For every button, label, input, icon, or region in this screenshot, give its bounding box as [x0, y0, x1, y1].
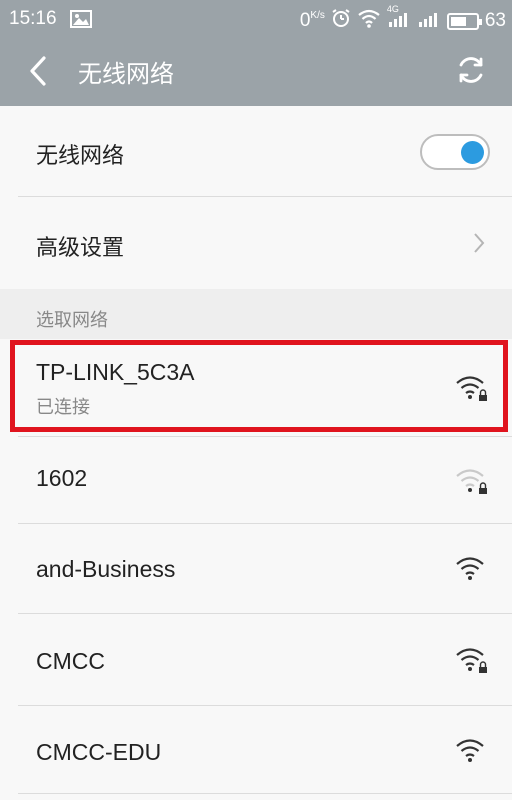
image-notification-icon — [70, 10, 92, 34]
network-item[interactable]: and-Business — [0, 524, 512, 614]
battery-icon — [446, 12, 482, 30]
highlight-box — [10, 340, 508, 432]
network-item[interactable]: 1602 — [0, 437, 512, 524]
network-name: 1602 — [36, 465, 88, 491]
network-name: and-Business — [36, 556, 176, 582]
page-title: 无线网络 — [78, 60, 174, 88]
wifi-toggle-label: 无线网络 — [36, 144, 125, 169]
wifi-lock-icon — [454, 645, 490, 675]
wifi-toggle-switch[interactable] — [420, 134, 490, 170]
advanced-settings-label: 高级设置 — [36, 236, 125, 261]
net-speed: 0K/s — [300, 10, 325, 32]
back-arrow-icon[interactable] — [24, 54, 54, 88]
status-bar: 15:16 0K/s 4G 63 — [0, 0, 512, 36]
network-name: CMCC — [36, 648, 105, 674]
signal-icon — [417, 8, 441, 34]
signal-4g-icon: 4G — [387, 4, 411, 34]
chevron-right-icon — [472, 231, 486, 255]
divider — [18, 793, 512, 794]
signal-badge: 4G — [386, 4, 399, 14]
wifi-icon — [454, 554, 490, 584]
status-icons: 0K/s 4G 63 — [300, 4, 506, 34]
wifi-icon — [454, 736, 490, 766]
battery-level: 63 — [484, 10, 506, 31]
network-name: CMCC-EDU — [36, 739, 162, 765]
nav-bar: 无线网络 — [0, 36, 512, 106]
wifi-status-icon — [357, 8, 381, 34]
network-item[interactable]: CMCC — [0, 614, 512, 706]
section-header: 选取网络 — [0, 289, 512, 339]
net-speed-unit: K/s — [310, 10, 325, 21]
app-header: 15:16 0K/s 4G 63 无线网络 — [0, 0, 512, 106]
wifi-weak-lock-icon — [454, 466, 490, 496]
net-speed-value: 0 — [299, 10, 311, 31]
toggle-knob — [461, 141, 484, 164]
refresh-icon[interactable] — [454, 53, 488, 87]
alarm-icon — [331, 8, 351, 34]
section-label: 选取网络 — [36, 310, 108, 331]
advanced-settings-row[interactable]: 高级设置 — [0, 197, 512, 289]
status-time: 15:16 — [9, 8, 57, 29]
network-item[interactable]: CMCC-EDU — [0, 706, 512, 800]
